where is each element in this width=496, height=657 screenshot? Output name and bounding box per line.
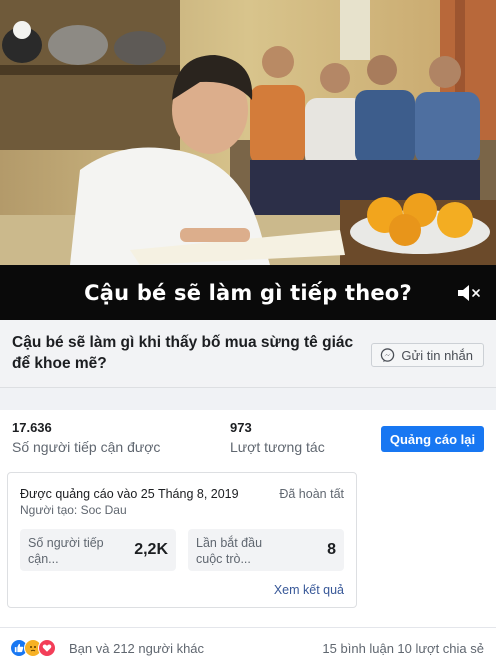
engagement-value: 973 xyxy=(230,420,252,435)
creator: Người tạo: Soc Dau xyxy=(20,503,127,517)
metric-conversations-label: Lần bắt đầu cuộc trò... xyxy=(196,536,263,566)
reactions-footer: Bạn và 212 người khác 15 bình luận 10 lư… xyxy=(0,627,496,657)
reach-label: Số người tiếp cận được xyxy=(12,439,161,455)
video-caption: Cậu bé sẽ làm gì tiếp theo? xyxy=(84,280,412,305)
volume-muted-icon[interactable] xyxy=(456,282,482,304)
reach-stat: 17.636 Số người tiếp cận được xyxy=(12,420,160,455)
status-badge: Đã hoàn tất xyxy=(279,487,344,501)
ad-video[interactable]: Cậu bé sẽ làm gì tiếp theo? xyxy=(0,0,496,320)
metric-reach: Số người tiếp cận... 2,2K xyxy=(20,529,176,571)
boost-again-button[interactable]: Quảng cáo lại xyxy=(381,426,484,452)
metric-conversations: Lần bắt đầu cuộc trò... 8 xyxy=(188,529,344,571)
reactions-summary[interactable]: Bạn và 212 người khác xyxy=(69,641,204,656)
metric-reach-value: 2,2K xyxy=(134,541,168,558)
ad-headline-panel[interactable]: Cậu bé sẽ làm gì khi thấy bố mua sừng tê… xyxy=(0,320,496,388)
send-message-button[interactable]: Gửi tin nhắn xyxy=(371,343,484,367)
comments-count[interactable]: 15 bình luận xyxy=(322,641,394,656)
caption-bar: Cậu bé sẽ làm gì tiếp theo? xyxy=(0,265,496,320)
promoted-date: Được quảng cáo vào 25 Tháng 8, 2019 xyxy=(20,487,239,501)
engagement-stat: 973 Lượt tương tác xyxy=(230,420,325,455)
send-message-label: Gửi tin nhắn xyxy=(401,347,473,363)
view-results-link[interactable]: Xem kết quả xyxy=(274,583,344,597)
reaction-icons[interactable] xyxy=(10,639,56,657)
metric-reach-label: Số người tiếp cận... xyxy=(28,536,104,566)
messenger-icon xyxy=(381,347,395,362)
video-frame xyxy=(0,0,496,265)
reach-value: 17.636 xyxy=(12,420,52,435)
love-icon xyxy=(38,639,56,657)
engagement-label: Lượt tương tác xyxy=(230,439,325,455)
ad-stats: 17.636 Số người tiếp cận được 973 Lượt t… xyxy=(0,410,496,464)
metric-conversations-value: 8 xyxy=(327,541,336,558)
promotion-summary-card: Được quảng cáo vào 25 Tháng 8, 2019 Ngườ… xyxy=(7,472,357,608)
ad-headline: Cậu bé sẽ làm gì khi thấy bố mua sừng tê… xyxy=(12,334,354,372)
shares-count[interactable]: 10 lượt chia sẻ xyxy=(397,641,484,656)
